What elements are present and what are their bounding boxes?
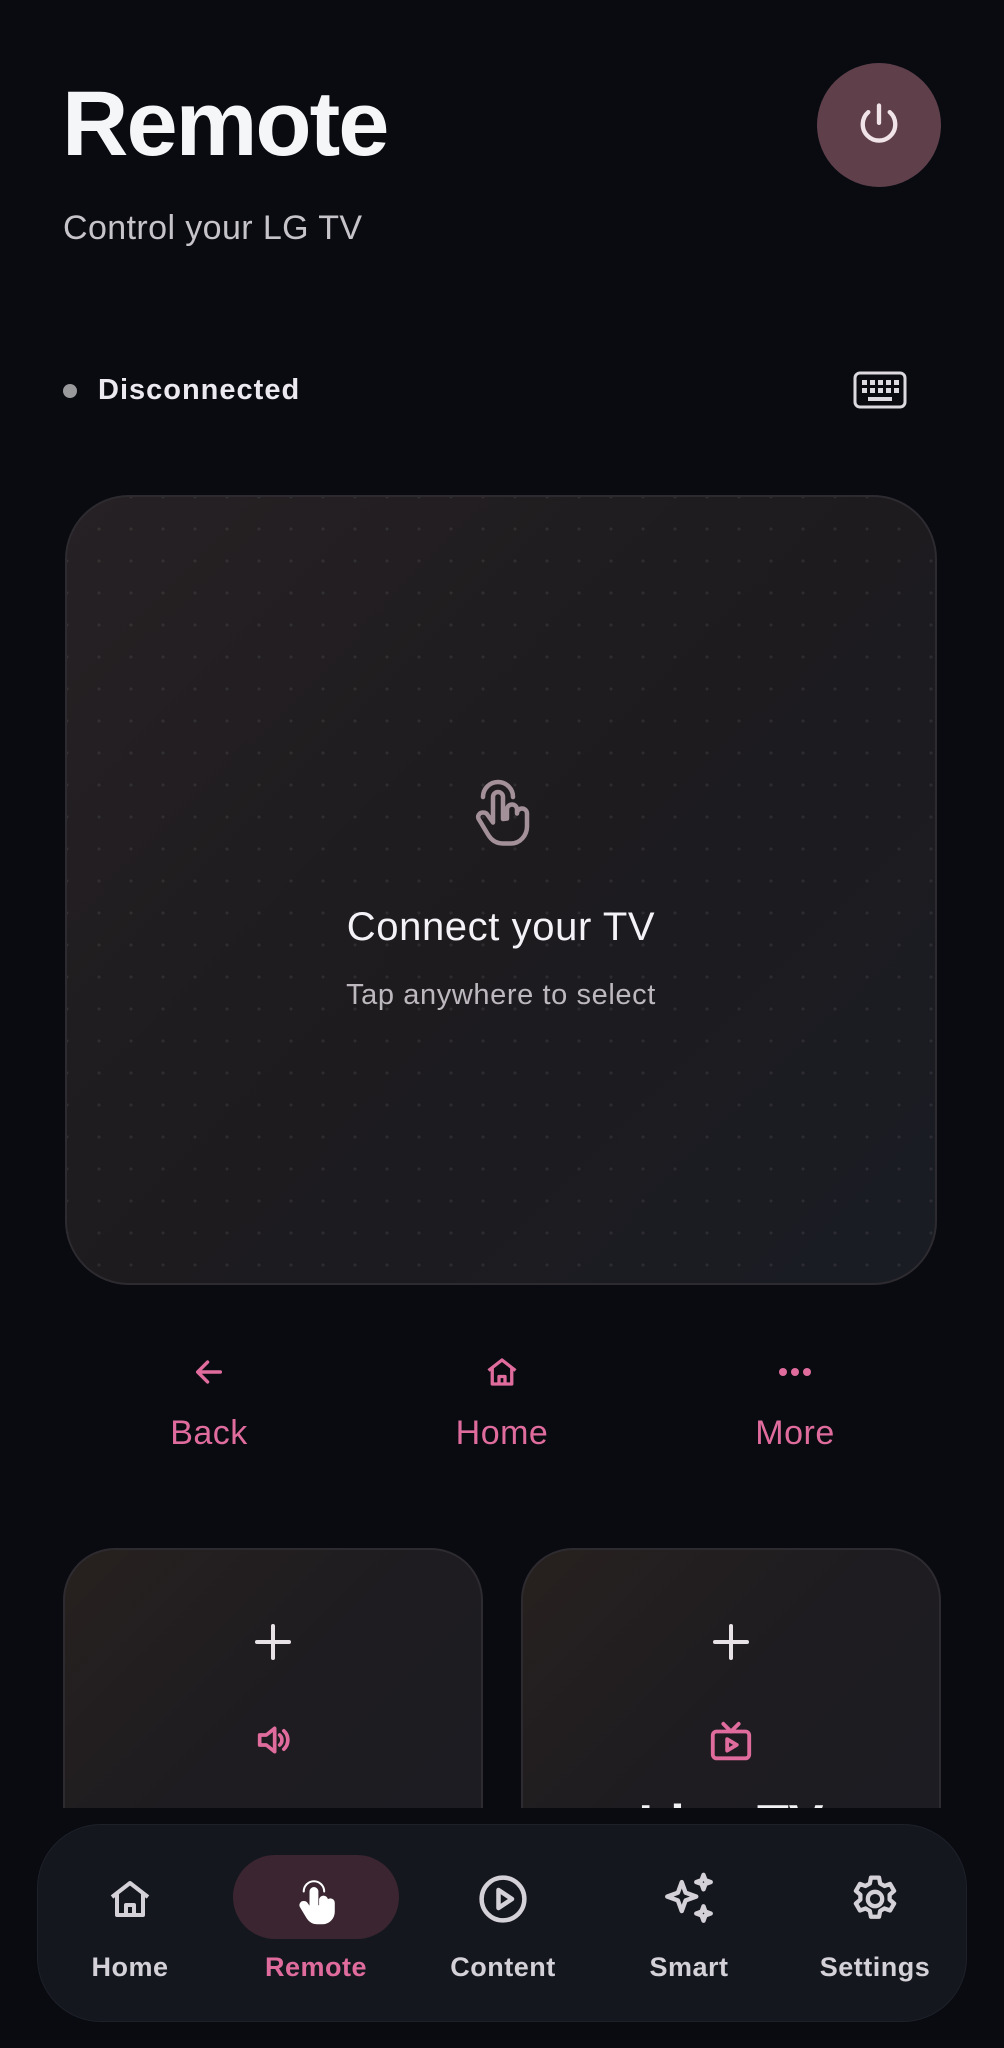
status-dot [63, 383, 77, 398]
touchpad[interactable]: Connect your TV Tap anywhere to select [65, 495, 937, 1285]
bottom-navigation: Home Remote Content Smart Settings [37, 1824, 967, 2022]
page-title: Remote [62, 73, 389, 175]
page-subtitle: Control your LG TV [63, 209, 363, 247]
play-circle-icon [479, 1875, 527, 1923]
more-button[interactable]: More [685, 1352, 905, 1453]
live-tv-icon [710, 1721, 752, 1761]
home-button[interactable]: Home [392, 1352, 612, 1453]
touchpad-subtitle: Tap anywhere to select [346, 979, 656, 1011]
connection-status: Disconnected [63, 374, 300, 407]
channel-up-icon[interactable] [711, 1622, 751, 1662]
volume-card[interactable] [63, 1548, 483, 1808]
live-tv-label: Live TV [523, 1794, 939, 1808]
more-label: More [755, 1414, 835, 1452]
home-icon [487, 1358, 517, 1386]
tab-smart-label: Smart [649, 1952, 729, 1982]
touch-icon [475, 779, 530, 846]
tab-remote-label: Remote [264, 1952, 368, 1982]
arrow-left-icon [195, 1360, 223, 1384]
tab-home-label: Home [91, 1952, 169, 1982]
live-tv-card[interactable]: Live TV [521, 1548, 941, 1808]
tab-remote[interactable]: Remote [226, 1825, 406, 2023]
keyboard-button[interactable] [846, 365, 914, 415]
volume-up-icon[interactable] [253, 1622, 293, 1662]
keyboard-icon [853, 371, 907, 409]
gear-icon [853, 1875, 897, 1919]
tab-content[interactable]: Content [413, 1825, 593, 2023]
volume-icon [257, 1726, 290, 1754]
back-label: Back [170, 1414, 248, 1452]
touchpad-title: Connect your TV [346, 905, 656, 949]
status-text: Disconnected [98, 374, 301, 406]
tab-content-label: Content [450, 1952, 556, 1982]
power-button[interactable] [817, 63, 941, 187]
more-dots-icon [779, 1368, 811, 1376]
home-label: Home [455, 1414, 549, 1452]
back-button[interactable]: Back [99, 1352, 319, 1453]
home-icon [110, 1881, 150, 1917]
power-icon [860, 103, 898, 143]
tab-settings[interactable]: Settings [785, 1825, 965, 2023]
sparkles-icon [665, 1872, 713, 1923]
tab-home[interactable]: Home [40, 1825, 220, 2023]
tab-settings-label: Settings [819, 1952, 931, 1982]
touch-icon [299, 1880, 335, 1925]
tab-smart[interactable]: Smart [599, 1825, 779, 2023]
